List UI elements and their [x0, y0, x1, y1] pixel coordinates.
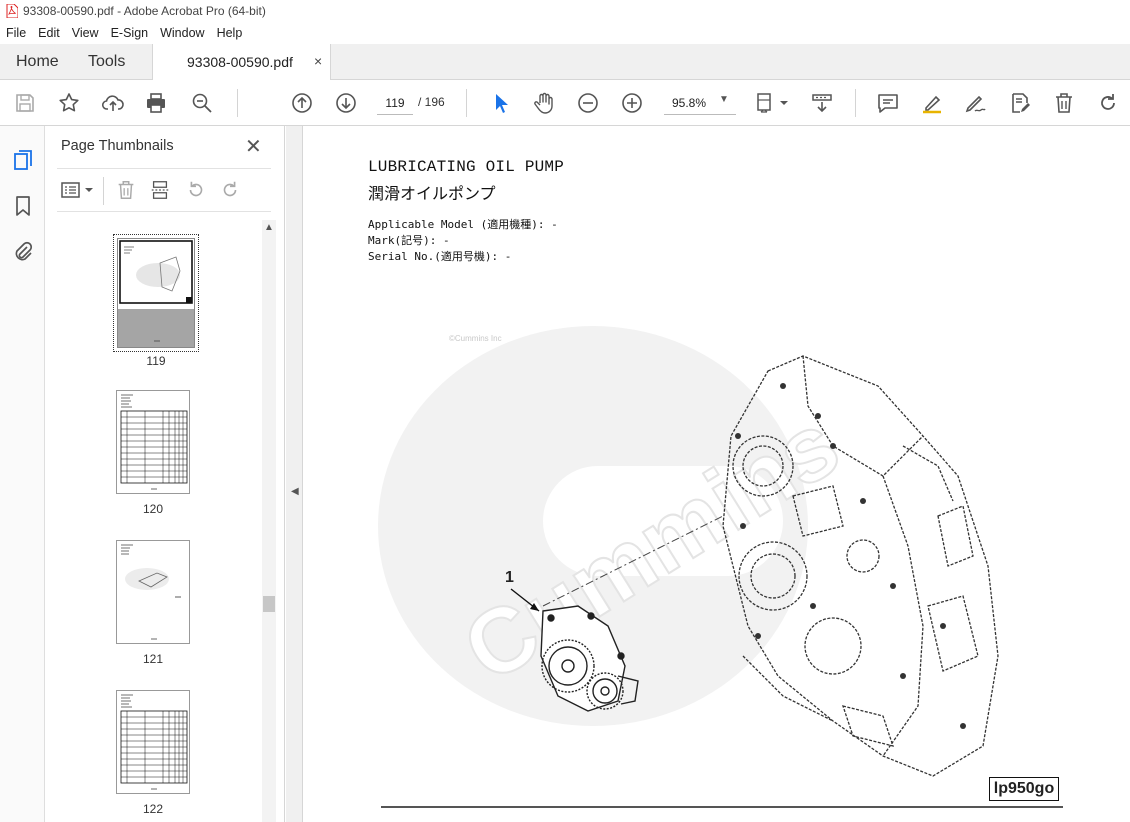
- scroll-up-icon[interactable]: ▲: [264, 222, 274, 233]
- watermark-copyright: ©Cummins Inc: [449, 334, 502, 343]
- thumbnail-scrollbar[interactable]: ▲: [262, 220, 276, 822]
- next-page-icon[interactable]: [334, 91, 358, 115]
- thumbnail-label: 120: [142, 502, 164, 516]
- panel-title: Page Thumbnails: [61, 138, 174, 154]
- thumbnail-image: [116, 690, 190, 794]
- document-title: LUBRICATING OIL PUMP: [368, 158, 565, 176]
- left-navigation-rail: [0, 126, 45, 822]
- document-title-japanese: 潤滑オイルポンプ: [368, 184, 496, 203]
- toolbar: / 196 95.8% ▼: [0, 80, 1130, 126]
- rotate-counterclockwise-icon[interactable]: [185, 179, 207, 201]
- page-fit-icon[interactable]: [755, 91, 791, 115]
- select-cursor-icon[interactable]: [489, 91, 513, 115]
- serial-number-field: Serial No.(適用号機): -: [368, 250, 512, 263]
- thumbnail-page-121[interactable]: 121: [112, 540, 194, 666]
- tab-document-label: 93308-00590.pdf: [187, 54, 293, 70]
- thumbnail-image: [116, 390, 190, 494]
- menu-window[interactable]: Window: [154, 26, 210, 40]
- close-tab-icon[interactable]: ×: [314, 53, 322, 69]
- attachments-paperclip-icon[interactable]: [11, 240, 35, 264]
- page-total: / 196: [418, 95, 445, 109]
- thumbnail-image: [117, 238, 195, 348]
- menu-view[interactable]: View: [66, 26, 105, 40]
- tab-bar: Home Tools 93308-00590.pdf ×: [0, 44, 1130, 81]
- tab-document[interactable]: 93308-00590.pdf ×: [152, 44, 331, 81]
- document-page-view[interactable]: LUBRICATING OIL PUMP 潤滑オイルポンプ Applicable…: [303, 126, 1130, 822]
- bookmark-star-icon[interactable]: [57, 91, 81, 115]
- toolbar-separator: [855, 89, 856, 117]
- panel-separator: [103, 177, 104, 205]
- page-number-input[interactable]: [377, 91, 413, 115]
- tab-tools[interactable]: Tools: [88, 44, 125, 80]
- part-callout-number: 1: [505, 569, 514, 586]
- search-zoom-icon[interactable]: [190, 91, 214, 115]
- panel-toolbar: [57, 168, 271, 212]
- thumbnail-label: 122: [142, 802, 164, 816]
- collapse-arrow-icon[interactable]: ◀: [291, 486, 299, 497]
- rotate-clockwise-icon[interactable]: [219, 179, 241, 201]
- menu-file[interactable]: File: [0, 26, 32, 40]
- insert-page-icon[interactable]: [149, 179, 171, 201]
- share-upload-icon[interactable]: [101, 91, 125, 115]
- highlight-pen-icon[interactable]: [920, 91, 944, 115]
- menu-edit[interactable]: Edit: [32, 26, 66, 40]
- acrobat-app-icon: [6, 3, 19, 19]
- figure-reference-code: lp950go: [989, 777, 1059, 801]
- previous-page-icon[interactable]: [290, 91, 314, 115]
- close-panel-icon[interactable]: ✕: [245, 134, 262, 159]
- delete-page-icon[interactable]: [115, 179, 137, 201]
- thumbnail-options-icon[interactable]: [59, 179, 97, 201]
- toolbar-separator: [466, 89, 467, 117]
- thumbnail-selection-frame: [113, 234, 199, 352]
- applicable-model: Applicable Model (適用機種): -: [368, 218, 558, 231]
- scrollbar-thumb[interactable]: [263, 596, 275, 612]
- page-thumbnails-panel: Page Thumbnails ✕ 119 120 121 122 ▲: [45, 126, 285, 822]
- zoom-in-icon[interactable]: [620, 91, 644, 115]
- sign-pen-icon[interactable]: [963, 91, 987, 115]
- thumbnail-page-119[interactable]: 119: [113, 234, 199, 368]
- page-thumbnails-icon[interactable]: [11, 148, 35, 172]
- comment-icon[interactable]: [876, 91, 900, 115]
- oil-pump-illustration: Cummins ©Cummins Inc: [378, 326, 999, 777]
- delete-trash-icon[interactable]: [1052, 91, 1076, 115]
- rotate-icon[interactable]: [1096, 91, 1120, 115]
- thumbnail-label: 119: [146, 354, 166, 368]
- zoom-out-icon[interactable]: [576, 91, 600, 115]
- print-icon[interactable]: [144, 91, 168, 115]
- menu-bar: File Edit View E-Sign Window Help: [0, 22, 1130, 44]
- chevron-down-icon: ▼: [719, 94, 729, 105]
- title-bar: 93308-00590.pdf - Adobe Acrobat Pro (64-…: [0, 0, 1130, 22]
- menu-help[interactable]: Help: [211, 26, 249, 40]
- save-icon[interactable]: [13, 91, 37, 115]
- page-bottom-rule: [381, 806, 1063, 808]
- zoom-level-dropdown[interactable]: 95.8% ▼: [664, 91, 736, 115]
- menu-esign[interactable]: E-Sign: [105, 26, 155, 40]
- thumbnail-page-120[interactable]: 120: [112, 390, 194, 516]
- window-title: 93308-00590.pdf - Adobe Acrobat Pro (64-…: [23, 4, 266, 18]
- bookmarks-icon[interactable]: [11, 194, 35, 218]
- thumbnail-image: [116, 540, 190, 644]
- thumbnail-page-122[interactable]: 122: [112, 690, 194, 816]
- tab-home[interactable]: Home: [16, 44, 59, 80]
- hand-tool-icon[interactable]: [532, 91, 556, 115]
- scroll-mode-icon[interactable]: [810, 91, 834, 115]
- thumbnail-label: 121: [142, 652, 164, 666]
- toolbar-separator: [237, 89, 238, 117]
- zoom-level-value: 95.8%: [672, 96, 707, 110]
- edit-pdf-icon[interactable]: [1008, 91, 1032, 115]
- mark-field: Mark(記号): -: [368, 234, 450, 247]
- panel-collapse-handle[interactable]: ◀: [286, 126, 303, 822]
